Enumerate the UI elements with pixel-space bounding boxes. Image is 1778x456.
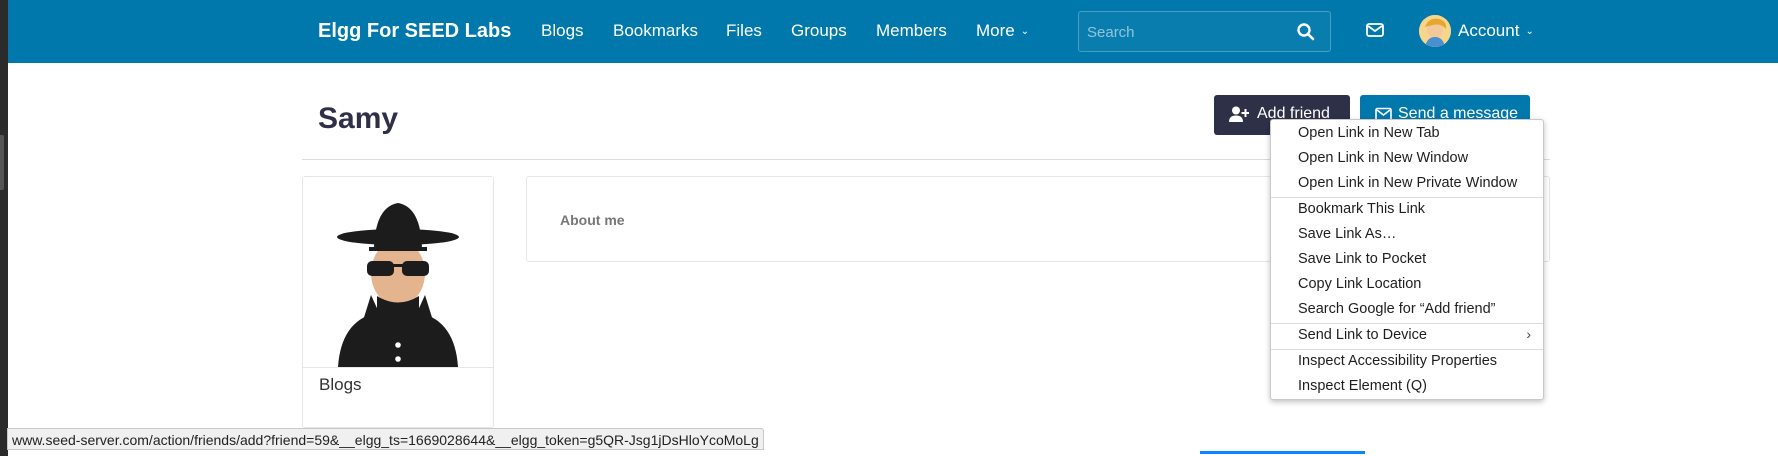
- ctx-search-google[interactable]: Search Google for “Add friend”: [1298, 301, 1495, 317]
- nav-bookmarks[interactable]: Bookmarks: [613, 21, 698, 41]
- account-label: Account: [1458, 21, 1520, 40]
- ctx-inspect-element[interactable]: Inspect Element (Q): [1298, 378, 1427, 394]
- mail-icon[interactable]: [1366, 22, 1384, 38]
- account-avatar[interactable]: [1419, 15, 1451, 47]
- nav-more-label: More: [976, 21, 1015, 40]
- user-plus-icon: [1229, 106, 1249, 122]
- left-dock-strip: [0, 0, 8, 456]
- about-me-label: About me: [560, 212, 625, 228]
- context-menu: Open Link in New Tab Open Link in New Wi…: [1270, 119, 1544, 400]
- ctx-separator: [1271, 197, 1543, 198]
- ctx-bookmark-link[interactable]: Bookmark This Link: [1298, 201, 1425, 217]
- page-title: Samy: [318, 102, 399, 135]
- dock-notch: [0, 135, 4, 190]
- search-box: [1078, 11, 1331, 52]
- chevron-down-icon: ⌄: [1525, 26, 1534, 37]
- ctx-save-to-pocket[interactable]: Save Link to Pocket: [1298, 251, 1426, 267]
- chevron-down-icon: ⌄: [1020, 26, 1030, 37]
- profile-avatar-spy: [303, 177, 493, 367]
- nav-blogs[interactable]: Blogs: [541, 21, 584, 41]
- ctx-inspect-accessibility[interactable]: Inspect Accessibility Properties: [1298, 353, 1497, 369]
- ctx-open-private-window[interactable]: Open Link in New Private Window: [1298, 175, 1517, 191]
- nav-groups[interactable]: Groups: [791, 21, 847, 41]
- ctx-send-to-device[interactable]: Send Link to Device: [1298, 327, 1427, 343]
- nav-files[interactable]: Files: [726, 21, 762, 41]
- search-icon[interactable]: [1296, 22, 1316, 42]
- chevron-right-icon: ›: [1526, 326, 1531, 342]
- ctx-save-link-as[interactable]: Save Link As…: [1298, 226, 1396, 242]
- scroll-indicator: [1200, 451, 1365, 454]
- link-status-bar: www.seed-server.com/action/friends/add?f…: [7, 428, 764, 450]
- site-brand[interactable]: Elgg For SEED Labs: [318, 20, 511, 43]
- ctx-separator: [1271, 323, 1543, 324]
- ctx-open-new-tab[interactable]: Open Link in New Tab: [1298, 125, 1440, 141]
- ctx-open-new-window[interactable]: Open Link in New Window: [1298, 150, 1468, 166]
- avatar-image: [1419, 15, 1451, 47]
- nav-members[interactable]: Members: [876, 21, 947, 41]
- ctx-copy-link-location[interactable]: Copy Link Location: [1298, 276, 1421, 292]
- ctx-separator: [1271, 349, 1543, 350]
- search-input[interactable]: [1087, 21, 1287, 43]
- profile-menu-blogs[interactable]: Blogs: [319, 375, 362, 395]
- browser-viewport: Elgg For SEED Labs Blogs Bookmarks Files…: [0, 0, 1778, 456]
- top-navbar: Elgg For SEED Labs Blogs Bookmarks Files…: [8, 0, 1778, 63]
- profile-card: Blogs: [302, 176, 494, 428]
- nav-more[interactable]: More ⌄: [976, 21, 1029, 41]
- account-menu[interactable]: Account ⌄: [1458, 21, 1534, 41]
